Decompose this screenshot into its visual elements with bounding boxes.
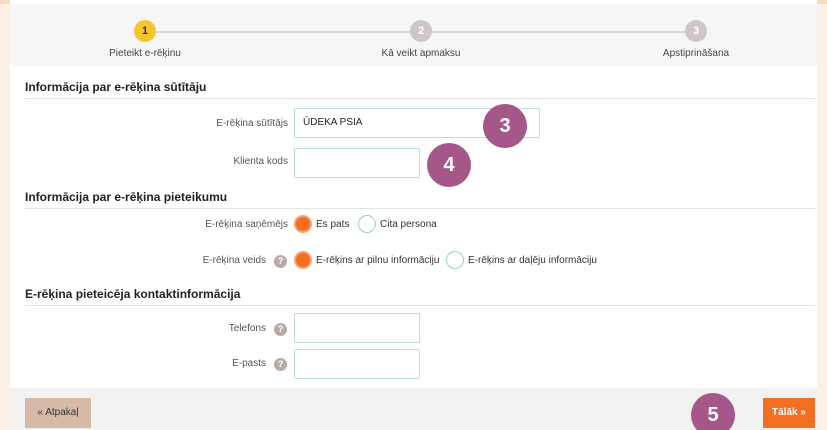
type-full-label[interactable]: E-rēķins ar pilnu informāciju — [316, 255, 439, 266]
invoice-type-label: E-rēķina veids — [202, 255, 266, 266]
step-2-number: 2 — [410, 20, 432, 42]
type-full-radio[interactable] — [294, 251, 312, 269]
step-3: 3 Apstiprināšana — [616, 20, 776, 59]
client-code-field[interactable] — [294, 148, 420, 178]
step-2: 2 Kā veikt apmaksu — [341, 20, 501, 59]
application-section-title: Informācija par e-rēķina pieteikumu — [25, 190, 815, 209]
receiver-self-radio[interactable] — [294, 215, 312, 233]
sender-section-title: Informācija par e-rēķina sūtītāju — [25, 80, 815, 99]
client-code-label: Klienta kods — [233, 156, 288, 167]
step-1-label: Pieteikt e-rēķinu — [109, 48, 181, 59]
back-button[interactable]: « Atpakaļ — [25, 398, 91, 428]
receiver-other-label[interactable]: Cita persona — [380, 219, 437, 230]
email-help-icon[interactable]: ? — [274, 358, 287, 371]
annotation-badge-3: 3 — [483, 104, 527, 148]
type-partial-label[interactable]: E-rēķins ar daļēju informāciju — [468, 255, 597, 266]
email-field[interactable] — [294, 349, 420, 379]
step-1: 1 Pieteikt e-rēķinu — [65, 20, 225, 59]
annotation-badge-5: 5 — [691, 393, 735, 430]
step-3-label: Apstiprināšana — [662, 48, 730, 59]
phone-help-icon[interactable]: ? — [274, 323, 287, 336]
receiver-label: E-rēķina saņēmējs — [205, 219, 288, 230]
receiver-other-radio[interactable] — [358, 215, 376, 233]
email-label: E-pasts — [232, 358, 266, 369]
step-2-label: Kā veikt apmaksu — [381, 48, 461, 59]
phone-label: Telefons — [228, 323, 266, 334]
type-partial-radio[interactable] — [446, 251, 464, 269]
step-3-number: 3 — [685, 20, 707, 42]
next-button[interactable]: Tālāk » — [763, 398, 815, 428]
contact-section-title: E-rēķina pieteicēja kontaktinformācija — [25, 287, 815, 306]
annotation-badge-4: 4 — [427, 143, 471, 187]
step-1-number: 1 — [134, 20, 156, 42]
receiver-self-label[interactable]: Es pats — [316, 219, 349, 230]
invoice-type-help-icon[interactable]: ? — [274, 255, 287, 268]
progress-stepper: 1 Pieteikt e-rēķinu 2 Kā veikt apmaksu 3… — [10, 4, 817, 66]
phone-field[interactable] — [294, 313, 420, 343]
sender-label: E-rēķina sūtītājs — [216, 118, 288, 129]
